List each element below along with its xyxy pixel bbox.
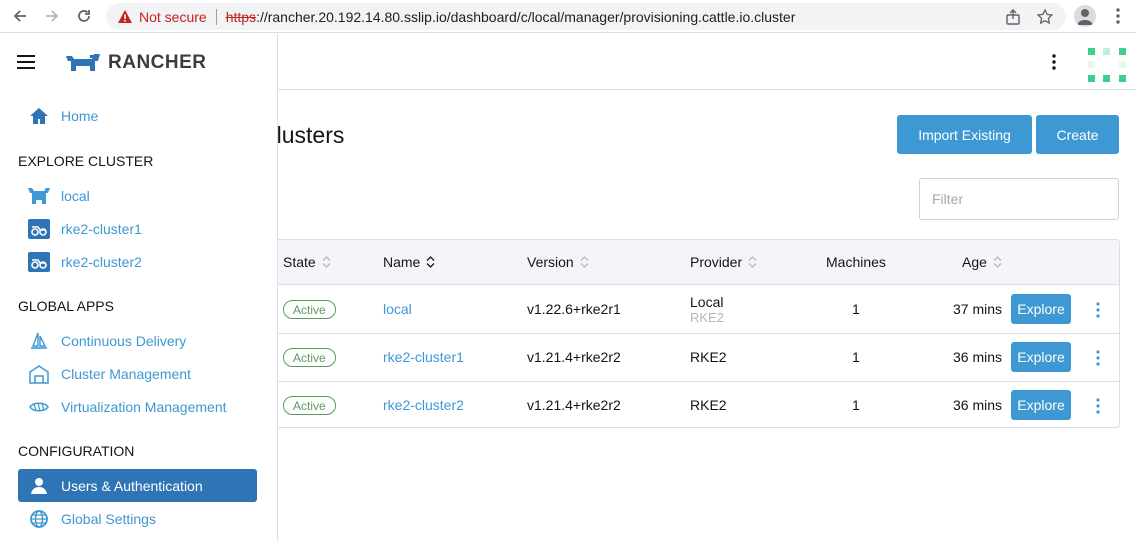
sidebar-item-label: Users & Authentication	[61, 477, 203, 494]
table-row: Active rke2-cluster2 v1.21.4+rke2r2 RKE2…	[278, 382, 1119, 427]
sidebar-item-label: Virtualization Management	[61, 399, 227, 415]
table-row: Active local v1.22.6+rke2r1 Local RKE2 1…	[278, 286, 1119, 334]
user-icon	[28, 475, 50, 497]
globe-icon	[28, 508, 50, 530]
age-cell: 36 mins	[953, 397, 1003, 413]
filter-input[interactable]	[919, 178, 1119, 220]
bookmark-star-icon[interactable]	[1036, 8, 1054, 26]
row-actions-icon[interactable]	[1094, 300, 1102, 320]
sidebar-item-label: Cluster Management	[61, 366, 191, 382]
section-header-configuration: CONFIGURATION	[18, 443, 135, 459]
reload-icon[interactable]	[73, 5, 95, 27]
column-header-provider[interactable]: Provider	[690, 254, 757, 270]
rke2-cluster-icon	[28, 218, 50, 240]
sort-active-icon	[426, 256, 435, 268]
column-header-version[interactable]: Version	[527, 254, 589, 270]
create-button[interactable]: Create	[1036, 115, 1119, 154]
page-title-container: Clusters	[278, 115, 478, 155]
provider-subtext: RKE2	[690, 310, 724, 325]
machines-cell: 1	[852, 397, 860, 413]
provider-cell: RKE2	[690, 397, 727, 413]
section-header-explore: EXPLORE CLUSTER	[18, 153, 154, 169]
sidebar-item-global-settings[interactable]: Global Settings	[28, 507, 156, 531]
version-cell: v1.22.6+rke2r1	[527, 301, 621, 317]
explore-button[interactable]: Explore	[1011, 342, 1071, 372]
address-bar[interactable]: Not secure https://rancher.20.192.14.80.…	[106, 3, 1066, 30]
sidebar-item-users-authentication[interactable]: Users & Authentication	[18, 469, 257, 502]
browser-menu-icon[interactable]	[1110, 6, 1126, 26]
import-existing-button[interactable]: Import Existing	[897, 115, 1032, 154]
sidebar-item-rke2-cluster2[interactable]: rke2-cluster2	[28, 250, 142, 274]
sidebar-item-label: rke2-cluster1	[61, 221, 142, 237]
page-title: Clusters	[278, 122, 345, 148]
hamburger-menu-icon[interactable]	[17, 55, 35, 69]
header-menu-icon[interactable]	[1048, 52, 1060, 72]
sort-icon	[322, 256, 331, 268]
sidebar-item-virtualization-management[interactable]: Virtualization Management	[28, 395, 227, 419]
sidebar: RANCHER Home EXPLORE CLUSTER local rke2-…	[0, 34, 278, 541]
barn-icon	[28, 363, 50, 385]
cluster-name-link[interactable]: local	[383, 301, 412, 317]
share-icon[interactable]	[1004, 8, 1022, 26]
profile-avatar-icon[interactable]	[1074, 5, 1096, 27]
status-badge: Active	[283, 300, 336, 319]
url-text[interactable]: https://rancher.20.192.14.80.sslip.io/da…	[226, 9, 796, 25]
sort-icon	[580, 256, 589, 268]
row-actions-icon[interactable]	[1094, 348, 1102, 368]
harvester-icon	[28, 396, 50, 418]
version-cell: v1.21.4+rke2r2	[527, 397, 621, 413]
sidebar-item-rke2-cluster1[interactable]: rke2-cluster1	[28, 217, 142, 241]
browser-toolbar: Not secure https://rancher.20.192.14.80.…	[0, 0, 1136, 33]
rancher-bull-icon	[66, 54, 100, 71]
column-header-state[interactable]: State	[283, 254, 331, 270]
table-row: Active rke2-cluster1 v1.21.4+rke2r2 RKE2…	[278, 334, 1119, 382]
provider-cell: RKE2	[690, 349, 727, 365]
back-icon[interactable]	[9, 5, 31, 27]
sailboat-icon	[28, 330, 50, 352]
explore-button[interactable]: Explore	[1011, 294, 1071, 324]
sidebar-item-label: Continuous Delivery	[61, 333, 187, 349]
sidebar-item-cluster-management[interactable]: Cluster Management	[28, 362, 191, 386]
machines-cell: 1	[852, 301, 860, 317]
home-icon	[28, 105, 50, 127]
cluster-name-link[interactable]: rke2-cluster2	[383, 397, 464, 413]
sidebar-item-label: Home	[61, 108, 99, 124]
sidebar-item-label: local	[61, 188, 90, 204]
rancher-logo[interactable]: RANCHER	[64, 51, 207, 75]
app-header	[278, 34, 1136, 90]
forward-icon[interactable]	[41, 5, 63, 27]
column-header-name[interactable]: Name	[383, 254, 435, 270]
column-header-machines: Machines	[826, 254, 886, 270]
clusters-table: State Name Version Provider Machines Age…	[278, 239, 1120, 428]
sidebar-item-label: Global Settings	[61, 511, 156, 527]
sidebar-item-local[interactable]: local	[28, 184, 90, 208]
rancher-bull-icon	[28, 185, 50, 207]
section-header-global-apps: GLOBAL APPS	[18, 298, 114, 314]
sidebar-item-continuous-delivery[interactable]: Continuous Delivery	[28, 329, 186, 353]
sidebar-item-home[interactable]: Home	[28, 104, 98, 128]
cluster-badge-icon[interactable]	[1088, 48, 1126, 82]
table-header: State Name Version Provider Machines Age	[278, 240, 1119, 285]
row-actions-icon[interactable]	[1094, 396, 1102, 416]
age-cell: 36 mins	[953, 349, 1003, 365]
sidebar-item-label: rke2-cluster2	[61, 254, 142, 270]
status-badge: Active	[283, 348, 336, 367]
age-cell: 37 mins	[953, 301, 1003, 317]
not-secure-label[interactable]: Not secure	[139, 9, 207, 25]
column-header-age[interactable]: Age	[962, 254, 1002, 270]
warning-icon	[118, 9, 132, 23]
sort-icon	[748, 256, 757, 268]
version-cell: v1.21.4+rke2r2	[527, 349, 621, 365]
provider-cell: Local	[690, 294, 724, 310]
machines-cell: 1	[852, 349, 860, 365]
divider	[215, 8, 217, 25]
sort-icon	[993, 256, 1002, 268]
status-badge: Active	[283, 396, 336, 415]
explore-button[interactable]: Explore	[1011, 390, 1071, 420]
cluster-name-link[interactable]: rke2-cluster1	[383, 349, 464, 365]
rke2-cluster-icon	[28, 251, 50, 273]
